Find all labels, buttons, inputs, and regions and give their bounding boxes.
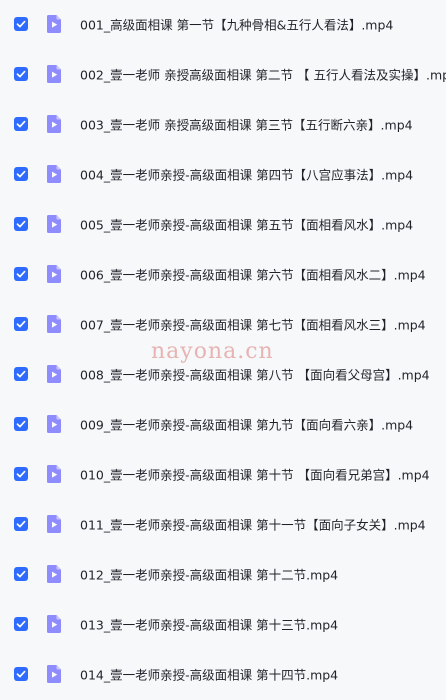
checkmark-icon <box>16 20 26 28</box>
video-file-icon <box>47 415 61 433</box>
file-row[interactable]: 006_壹一老师亲授-高级面相课 第六节【面相看风水二】.mp4 <box>0 249 446 299</box>
video-file-icon <box>47 65 61 83</box>
file-row[interactable]: 005_壹一老师亲授-高级面相课 第五节【面相看风水】.mp4 <box>0 199 446 249</box>
file-name: 002_壹一老师 亲授高级面相课 第二节 【 五行人看法及实操】.mp4 <box>80 67 446 83</box>
file-checkbox[interactable] <box>14 517 28 531</box>
file-row[interactable]: 010_壹一老师亲授-高级面相课 第十节 【面向看兄弟宫】.mp4 <box>0 449 446 499</box>
video-file-icon <box>47 215 61 233</box>
video-file-icon <box>47 515 61 533</box>
file-row[interactable]: 007_壹一老师亲授-高级面相课 第七节【面相看风水三】.mp4 <box>0 299 446 349</box>
file-row[interactable]: 009_壹一老师亲授-高级面相课 第九节【面向看六亲】.mp4 <box>0 399 446 449</box>
checkmark-icon <box>16 270 26 278</box>
file-checkbox[interactable] <box>14 617 28 631</box>
checkmark-icon <box>16 570 26 578</box>
file-checkbox[interactable] <box>14 117 28 131</box>
file-row[interactable]: 014_壹一老师亲授-高级面相课 第十四节.mp4 <box>0 649 446 699</box>
checkmark-icon <box>16 220 26 228</box>
video-file-icon <box>47 365 61 383</box>
file-name: 012_壹一老师亲授-高级面相课 第十二节.mp4 <box>80 567 339 583</box>
video-file-icon <box>47 115 61 133</box>
checkmark-icon <box>16 70 26 78</box>
video-file-icon <box>47 15 61 33</box>
checkmark-icon <box>16 370 26 378</box>
file-name: 011_壹一老师亲授-高级面相课 第十一节【面向子女关】.mp4 <box>80 517 426 533</box>
file-list: 001_高级面相课 第一节【九种骨相&五行人看法】.mp4 002_壹一老师 亲授… <box>0 0 446 700</box>
video-file-icon <box>47 265 61 283</box>
file-row[interactable]: 003_壹一老师 亲授高级面相课 第三节【五行断六亲】.mp4 <box>0 99 446 149</box>
checkmark-icon <box>16 320 26 328</box>
file-name: 004_壹一老师亲授-高级面相课 第四节【八宫应事法】.mp4 <box>80 167 414 183</box>
file-name: 010_壹一老师亲授-高级面相课 第十节 【面向看兄弟宫】.mp4 <box>80 467 430 483</box>
file-checkbox[interactable] <box>14 467 28 481</box>
file-checkbox[interactable] <box>14 417 28 431</box>
file-name: 009_壹一老师亲授-高级面相课 第九节【面向看六亲】.mp4 <box>80 417 414 433</box>
video-file-icon <box>47 165 61 183</box>
file-checkbox[interactable] <box>14 217 28 231</box>
video-file-icon <box>47 465 61 483</box>
file-row[interactable]: 002_壹一老师 亲授高级面相课 第二节 【 五行人看法及实操】.mp4 <box>0 49 446 99</box>
video-file-icon <box>47 565 61 583</box>
file-row[interactable]: 008_壹一老师亲授-高级面相课 第八节 【面向看父母宫】.mp4 <box>0 349 446 399</box>
file-name: 001_高级面相课 第一节【九种骨相&五行人看法】.mp4 <box>80 17 394 33</box>
file-row[interactable]: 013_壹一老师亲授-高级面相课 第十三节.mp4 <box>0 599 446 649</box>
file-row[interactable]: 001_高级面相课 第一节【九种骨相&五行人看法】.mp4 <box>0 0 446 49</box>
file-name: 007_壹一老师亲授-高级面相课 第七节【面相看风水三】.mp4 <box>80 317 426 333</box>
file-checkbox[interactable] <box>14 367 28 381</box>
checkmark-icon <box>16 520 26 528</box>
checkmark-icon <box>16 170 26 178</box>
video-file-icon <box>47 615 61 633</box>
video-file-icon <box>47 665 61 683</box>
file-checkbox[interactable] <box>14 317 28 331</box>
checkmark-icon <box>16 120 26 128</box>
file-checkbox[interactable] <box>14 17 28 31</box>
file-row[interactable]: 004_壹一老师亲授-高级面相课 第四节【八宫应事法】.mp4 <box>0 149 446 199</box>
checkmark-icon <box>16 620 26 628</box>
file-row[interactable]: 012_壹一老师亲授-高级面相课 第十二节.mp4 <box>0 549 446 599</box>
checkmark-icon <box>16 420 26 428</box>
file-checkbox[interactable] <box>14 267 28 281</box>
file-name: 008_壹一老师亲授-高级面相课 第八节 【面向看父母宫】.mp4 <box>80 367 430 383</box>
file-name: 006_壹一老师亲授-高级面相课 第六节【面相看风水二】.mp4 <box>80 267 426 283</box>
checkmark-icon <box>16 470 26 478</box>
file-checkbox[interactable] <box>14 667 28 681</box>
file-checkbox[interactable] <box>14 167 28 181</box>
file-checkbox[interactable] <box>14 567 28 581</box>
file-name: 013_壹一老师亲授-高级面相课 第十三节.mp4 <box>80 617 339 633</box>
file-row[interactable]: 011_壹一老师亲授-高级面相课 第十一节【面向子女关】.mp4 <box>0 499 446 549</box>
video-file-icon <box>47 315 61 333</box>
file-name: 014_壹一老师亲授-高级面相课 第十四节.mp4 <box>80 667 339 683</box>
file-name: 005_壹一老师亲授-高级面相课 第五节【面相看风水】.mp4 <box>80 217 414 233</box>
checkmark-icon <box>16 670 26 678</box>
file-checkbox[interactable] <box>14 67 28 81</box>
file-name: 003_壹一老师 亲授高级面相课 第三节【五行断六亲】.mp4 <box>80 117 413 133</box>
